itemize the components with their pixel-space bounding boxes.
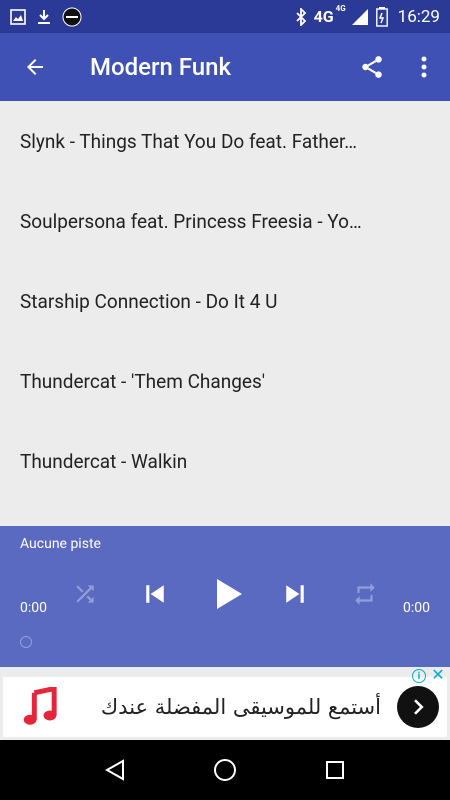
track-list: Slynk - Things That You Do feat. Father…… [0, 101, 450, 526]
ad-close-icon[interactable]: ✕ [430, 667, 446, 683]
track-list-item[interactable]: Thundercat - 'Them Changes' [0, 341, 450, 421]
track-list-item[interactable]: Starship Connection - Do It 4 U [0, 261, 450, 341]
circle-home-icon [214, 759, 236, 781]
more-vert-icon [421, 56, 427, 78]
repeat-button[interactable] [337, 566, 393, 622]
skip-next-icon [286, 585, 304, 603]
track-list-item[interactable]: Soulpersona feat. Princess Freesia - Yo… [0, 181, 450, 261]
chevron-right-icon [414, 699, 424, 715]
player-controls [0, 566, 450, 622]
nav-home-button[interactable] [205, 750, 245, 790]
square-recents-icon [326, 761, 344, 779]
bluetooth-icon [295, 7, 306, 26]
clock: 16:29 [397, 6, 440, 27]
ad-banner[interactable]: أستمع للموسيقى المفضلة عندك i ✕ [0, 667, 450, 740]
play-icon [217, 579, 242, 609]
network-type: 4G 4G [313, 4, 346, 26]
arrow-back-icon [27, 59, 43, 75]
seek-bar-thumb[interactable] [20, 636, 32, 648]
track-list-item[interactable]: Slynk - Things That You Do feat. Father… [0, 101, 450, 181]
image-notification-icon [10, 8, 26, 25]
music-note-icon [23, 687, 57, 725]
triangle-back-icon [104, 759, 124, 781]
signal-icon [351, 8, 368, 25]
skip-previous-icon [146, 585, 164, 603]
repeat-icon [355, 583, 375, 605]
system-nav-bar [0, 740, 450, 800]
track-list-item[interactable]: Thundercat - Walkin [0, 421, 450, 501]
page-title: Modern Funk [90, 53, 231, 81]
ad-info-icon[interactable]: i [412, 669, 426, 683]
app-notification-icon [62, 7, 82, 26]
elapsed-time: 0:00 [20, 600, 47, 616]
player-panel: Aucune piste 0:00 0:00 [0, 526, 450, 667]
ad-text: أستمع للموسيقى المفضلة عندك [100, 695, 381, 719]
total-time: 0:00 [403, 600, 430, 616]
nav-back-button[interactable] [95, 750, 135, 790]
status-bar: 4G 4G 16:29 [0, 0, 450, 33]
previous-button[interactable] [127, 566, 183, 622]
battery-icon [375, 6, 388, 27]
share-icon [362, 56, 382, 78]
nav-recents-button[interactable] [315, 750, 355, 790]
ad-content[interactable]: أستمع للموسيقى المفضلة عندك [3, 677, 447, 737]
share-button[interactable] [346, 33, 398, 101]
back-button[interactable] [0, 33, 70, 101]
play-button[interactable] [199, 566, 255, 622]
app-bar: Modern Funk [0, 33, 450, 101]
download-notification-icon [38, 9, 50, 24]
shuffle-button[interactable] [57, 566, 113, 622]
overflow-menu-button[interactable] [398, 33, 450, 101]
shuffle-icon [76, 585, 94, 603]
ad-open-button[interactable] [397, 686, 439, 728]
next-button[interactable] [267, 566, 323, 622]
current-track-label: Aucune piste [20, 536, 101, 552]
